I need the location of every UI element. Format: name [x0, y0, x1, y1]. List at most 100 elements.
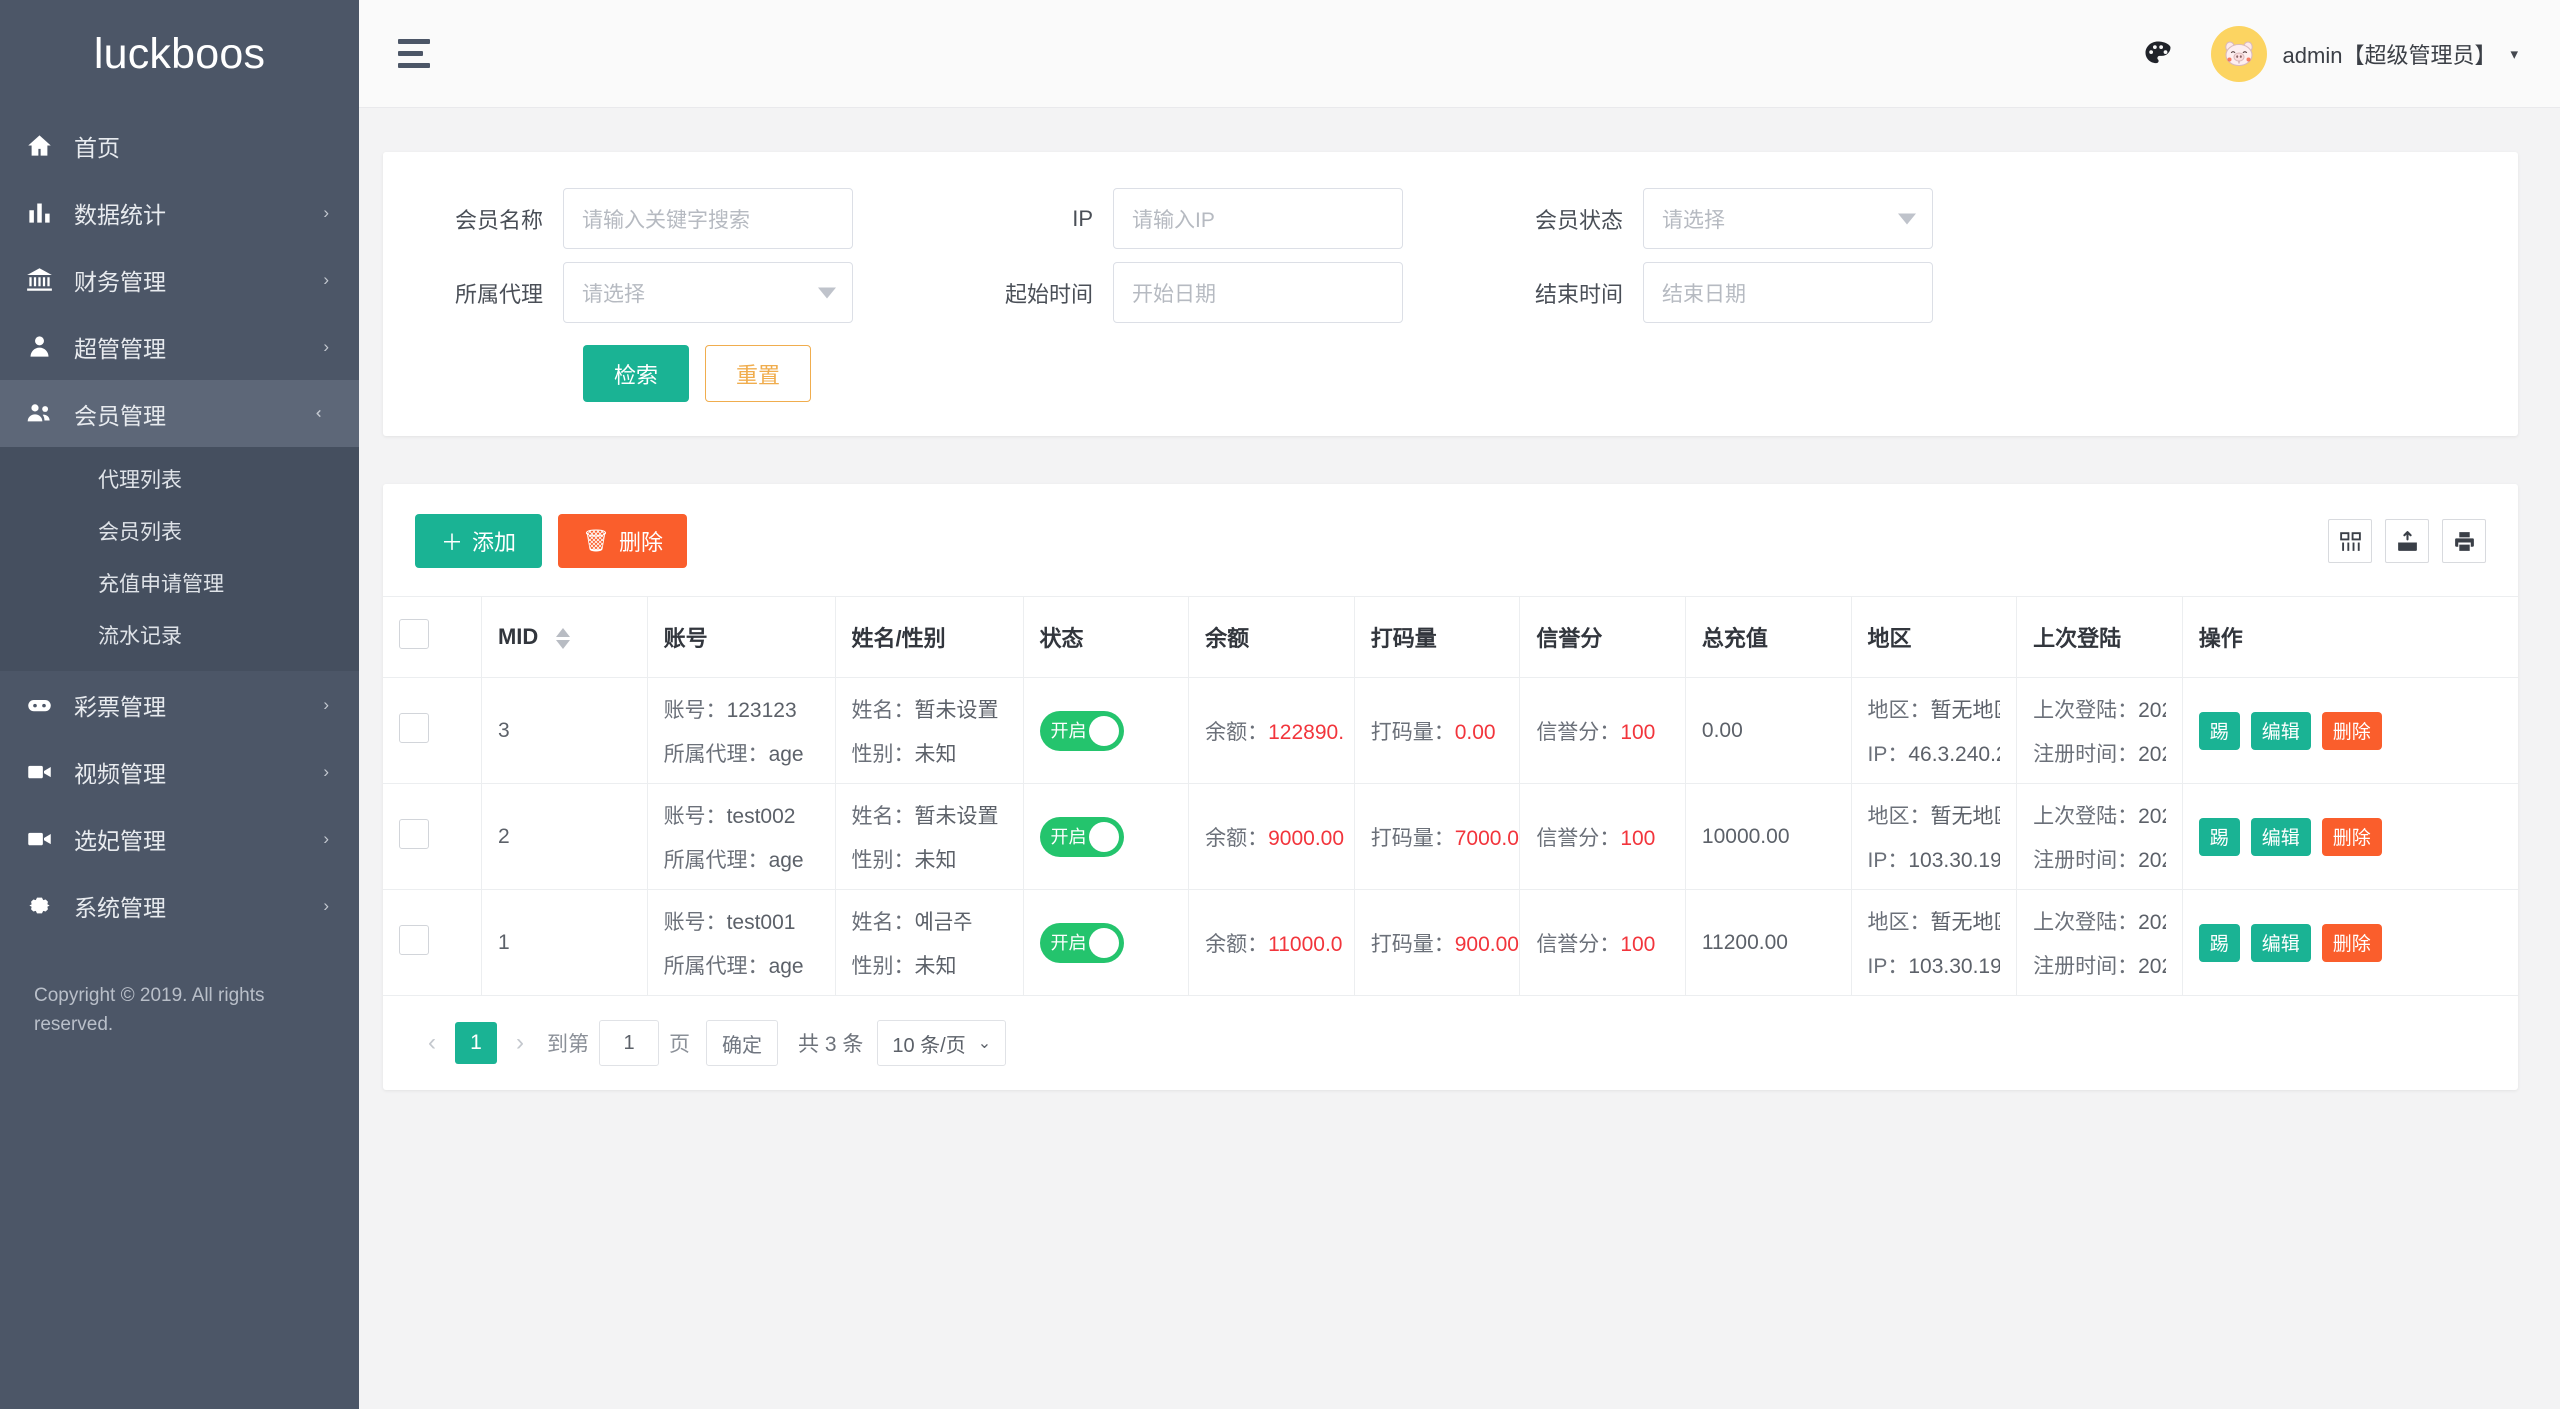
sidebar-submenu-members: 代理列表 会员列表 充值申请管理 流水记录	[0, 447, 359, 671]
sidebar-item-label: 财务管理	[68, 263, 323, 297]
sidebar-item-statistics[interactable]: 数据统计 ›	[0, 179, 359, 246]
export-icon[interactable]	[2385, 519, 2429, 563]
hamburger-icon[interactable]	[391, 26, 447, 82]
sidebar-item-admin[interactable]: 超管管理 ›	[0, 313, 359, 380]
cell-region-ip: 地区：暂无地区 IP：46.3.240.2	[1851, 678, 2017, 784]
columns-icon[interactable]	[2328, 519, 2372, 563]
sidebar-subitem-transaction-records[interactable]: 流水记录	[0, 609, 359, 661]
select-placeholder: 请选择	[582, 278, 645, 308]
edit-button[interactable]: 编辑	[2251, 712, 2311, 750]
sidebar-item-members[interactable]: 会员管理 ⌄	[0, 380, 359, 447]
credit-label: 信誉分：	[1536, 933, 1620, 956]
member-name-input[interactable]: 请输入关键字搜索	[563, 188, 853, 249]
chevron-down-icon[interactable]: ▾	[2510, 45, 2518, 63]
status-label: 开启	[1051, 722, 1087, 740]
ip-input[interactable]: 请输入IP	[1113, 188, 1403, 249]
status-toggle[interactable]: 开启	[1040, 817, 1124, 857]
edit-button[interactable]: 编辑	[2251, 924, 2311, 962]
confirm-page-button[interactable]: 确定	[706, 1020, 778, 1066]
sidebar-item-system[interactable]: 系统管理 ›	[0, 872, 359, 939]
palette-icon[interactable]	[2131, 27, 2185, 81]
cell-mid: 2	[481, 784, 647, 890]
status-toggle[interactable]: 开启	[1040, 923, 1124, 963]
input-placeholder: 结束日期	[1662, 278, 1746, 308]
delete-button[interactable]: 🗑 删除	[558, 514, 687, 568]
edit-button[interactable]: 编辑	[2251, 818, 2311, 856]
column-header-name-gender: 姓名/性别	[835, 597, 1023, 678]
search-button[interactable]: 检索	[583, 345, 689, 402]
cell-actions: 踢 编辑 删除	[2182, 784, 2518, 890]
goto-page-input[interactable]: 1	[599, 1020, 659, 1066]
status-toggle[interactable]: 开启	[1040, 711, 1124, 751]
table-row: 1 账号：test001 所属代理：age 姓名：예금주 性别：	[383, 890, 2518, 996]
region-label: 地区：	[1868, 805, 1931, 828]
chart-bar-icon	[26, 199, 68, 226]
balance-value: 11000.0	[1268, 933, 1342, 956]
chevron-down-icon	[818, 287, 836, 298]
start-date-input[interactable]: 开始日期	[1113, 262, 1403, 323]
delete-row-button[interactable]: 删除	[2322, 712, 2382, 750]
cell-last-login: 上次登陆：202 注册时间：202	[2017, 784, 2183, 890]
sidebar-item-finance[interactable]: 财务管理 ›	[0, 246, 359, 313]
bet-label: 打码量：	[1371, 827, 1455, 850]
cell-last-login: 上次登陆：202 注册时间：202	[2017, 678, 2183, 784]
member-table: MID 账号 姓名/性别 状态 余额 打码量 信誉分 总充值 地区 上次登陆	[383, 596, 2518, 996]
column-header-region: 地区	[1851, 597, 2017, 678]
field-label: 会员名称	[383, 203, 563, 235]
search-form-row-1: 会员名称 请输入关键字搜索 IP 请输入IP 会员状态	[383, 188, 2518, 249]
sidebar-item-label: 会员管理	[68, 397, 315, 431]
gender-value: 未知	[915, 849, 957, 872]
cell-status: 开启	[1023, 890, 1189, 996]
add-button[interactable]: ＋ 添加	[415, 514, 542, 568]
chevron-right-icon: ›	[323, 271, 329, 288]
cell-account: 账号：123123 所属代理：age	[647, 678, 835, 784]
add-button-label: 添加	[472, 525, 516, 557]
sidebar-subitem-recharge-requests[interactable]: 充值申请管理	[0, 557, 359, 609]
account-label: 账号：	[664, 911, 727, 934]
table-body: 3 账号：123123 所属代理：age 姓名：暂未设置 性别：	[383, 678, 2518, 996]
sidebar-subitem-member-list[interactable]: 会员列表	[0, 505, 359, 557]
sidebar-item-home[interactable]: 首页	[0, 112, 359, 179]
bet-value: 0.00	[1455, 721, 1496, 744]
last-login-label: 上次登陆：	[2033, 699, 2138, 722]
select-all-header	[383, 597, 481, 678]
next-page-button[interactable]: ›	[503, 1023, 537, 1063]
avatar[interactable]	[2211, 26, 2267, 82]
user-name-label[interactable]: admin【超级管理员】	[2283, 38, 2497, 70]
sort-icon[interactable]	[556, 628, 570, 649]
search-buttons: 检索 重置	[383, 345, 2518, 402]
kick-button[interactable]: 踢	[2199, 818, 2240, 856]
sidebar-item-lottery[interactable]: 彩票管理 ›	[0, 671, 359, 738]
delete-row-button[interactable]: 删除	[2322, 924, 2382, 962]
sidebar-item-selection[interactable]: 选妃管理 ›	[0, 805, 359, 872]
field-group-agent: 所属代理 请选择	[383, 262, 853, 323]
row-checkbox[interactable]	[399, 819, 429, 849]
brand-logo[interactable]: luckboos	[0, 0, 359, 108]
row-checkbox[interactable]	[399, 925, 429, 955]
member-status-select[interactable]: 请选择	[1643, 188, 1933, 249]
delete-row-button[interactable]: 删除	[2322, 818, 2382, 856]
sidebar-nav: 首页 数据统计 › 财务管理 ›	[0, 108, 359, 939]
page-number-1[interactable]: 1	[455, 1022, 497, 1064]
table-panel: ＋ 添加 🗑 删除	[383, 484, 2518, 1090]
kick-button[interactable]: 踢	[2199, 712, 2240, 750]
prev-page-button[interactable]: ‹	[415, 1023, 449, 1063]
cell-actions: 踢 编辑 删除	[2182, 890, 2518, 996]
select-placeholder: 请选择	[1662, 204, 1725, 234]
account-label: 账号：	[664, 805, 727, 828]
sidebar-item-video[interactable]: 视频管理 ›	[0, 738, 359, 805]
sidebar-subitem-agent-list[interactable]: 代理列表	[0, 453, 359, 505]
kick-button[interactable]: 踢	[2199, 924, 2240, 962]
page-size-value: 10 条/页	[892, 1029, 965, 1058]
print-icon[interactable]	[2442, 519, 2486, 563]
agent-select[interactable]: 请选择	[563, 262, 853, 323]
column-header-mid[interactable]: MID	[481, 597, 647, 678]
bet-value: 7000.0	[1455, 827, 1519, 850]
name-label: 姓名：	[852, 911, 915, 934]
end-date-input[interactable]: 结束日期	[1643, 262, 1933, 323]
row-checkbox[interactable]	[399, 713, 429, 743]
select-all-checkbox[interactable]	[399, 619, 429, 649]
reset-button[interactable]: 重置	[705, 345, 811, 402]
cell-bet-volume: 打码量：900.00	[1354, 890, 1520, 996]
page-size-select[interactable]: 10 条/页 ⌄	[877, 1020, 1006, 1066]
